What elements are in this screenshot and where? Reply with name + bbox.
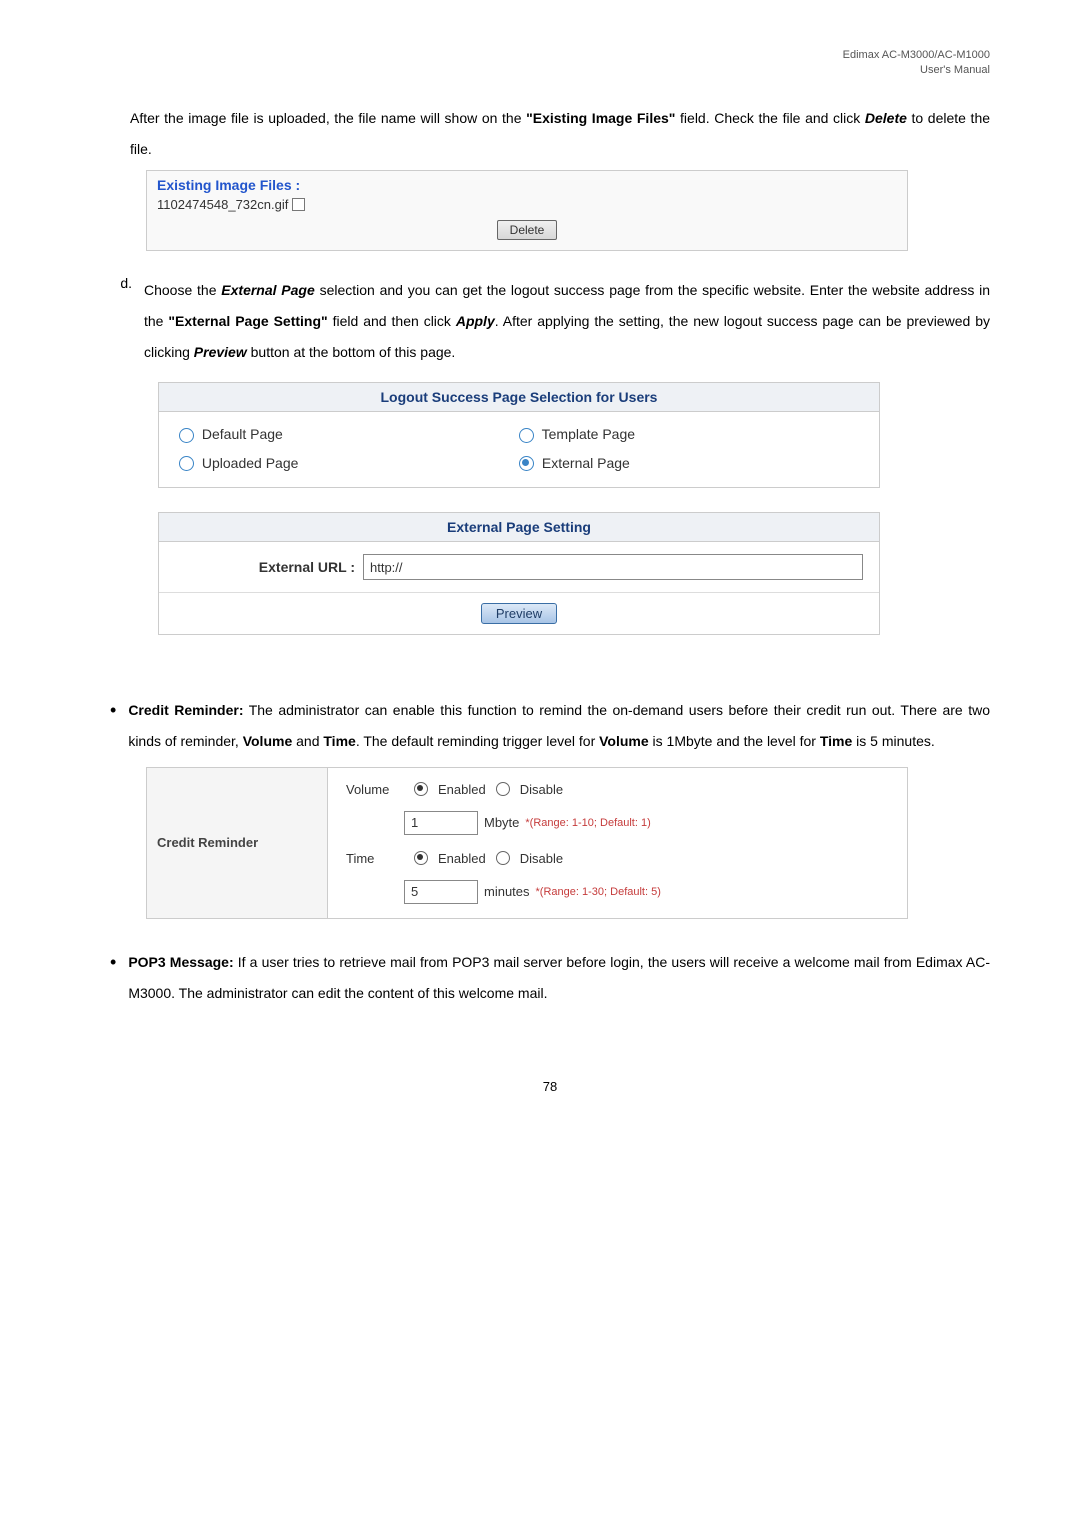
credit-reminder-label: Credit Reminder <box>147 768 328 918</box>
existing-files-title: Existing Image Files : <box>157 177 897 193</box>
volume-enabled-radio[interactable] <box>414 782 428 796</box>
time-disable-radio[interactable] <box>496 851 510 865</box>
bullet-marker: • <box>110 701 116 719</box>
preview-button[interactable]: Preview <box>481 603 557 624</box>
page-number: 78 <box>110 1079 990 1094</box>
time-unit: minutes <box>484 884 530 899</box>
file-checkbox[interactable] <box>292 198 305 211</box>
time-value-input[interactable] <box>404 880 478 904</box>
external-page-setting-panel: External Page Setting External URL : Pre… <box>158 512 880 635</box>
existing-files-panel: Existing Image Files : 1102474548_732cn.… <box>146 170 908 251</box>
list-marker-d: d. <box>110 275 132 291</box>
time-label: Time <box>346 851 404 866</box>
letter-d-paragraph: Choose the External Page selection and y… <box>144 275 990 367</box>
file-name: 1102474548_732cn.gif <box>157 197 288 212</box>
external-url-label: External URL : <box>175 559 355 575</box>
credit-reminder-paragraph: Credit Reminder: The administrator can e… <box>128 695 990 757</box>
logout-success-title: Logout Success Page Selection for Users <box>159 383 879 412</box>
volume-label: Volume <box>346 782 404 797</box>
doc-header: Edimax AC-M3000/AC-M1000 User's Manual <box>110 48 990 79</box>
volume-hint: *(Range: 1-10; Default: 1) <box>525 817 650 829</box>
radio-template-page[interactable]: Template Page <box>519 426 859 443</box>
volume-disable-radio[interactable] <box>496 782 510 796</box>
pop3-paragraph: POP3 Message: If a user tries to retriev… <box>128 947 990 1009</box>
radio-default-page[interactable]: Default Page <box>179 426 519 443</box>
radio-uploaded-page[interactable]: Uploaded Page <box>179 455 519 472</box>
external-url-input[interactable] <box>363 554 863 580</box>
file-row: 1102474548_732cn.gif <box>157 197 897 212</box>
volume-unit: Mbyte <box>484 815 519 830</box>
credit-reminder-panel: Credit Reminder Volume Enabled Disable M… <box>146 767 908 919</box>
time-hint: *(Range: 1-30; Default: 5) <box>536 886 661 898</box>
header-line1: Edimax AC-M3000/AC-M1000 <box>843 49 990 61</box>
header-line2: User's Manual <box>920 64 990 76</box>
time-enabled-radio[interactable] <box>414 851 428 865</box>
delete-button[interactable]: Delete <box>497 220 558 240</box>
radio-external-page[interactable]: External Page <box>519 455 859 472</box>
intro-paragraph: After the image file is uploaded, the fi… <box>130 103 990 165</box>
external-page-setting-title: External Page Setting <box>159 513 879 542</box>
logout-success-panel: Logout Success Page Selection for Users … <box>158 382 880 489</box>
volume-value-input[interactable] <box>404 811 478 835</box>
bullet-marker: • <box>110 953 116 971</box>
